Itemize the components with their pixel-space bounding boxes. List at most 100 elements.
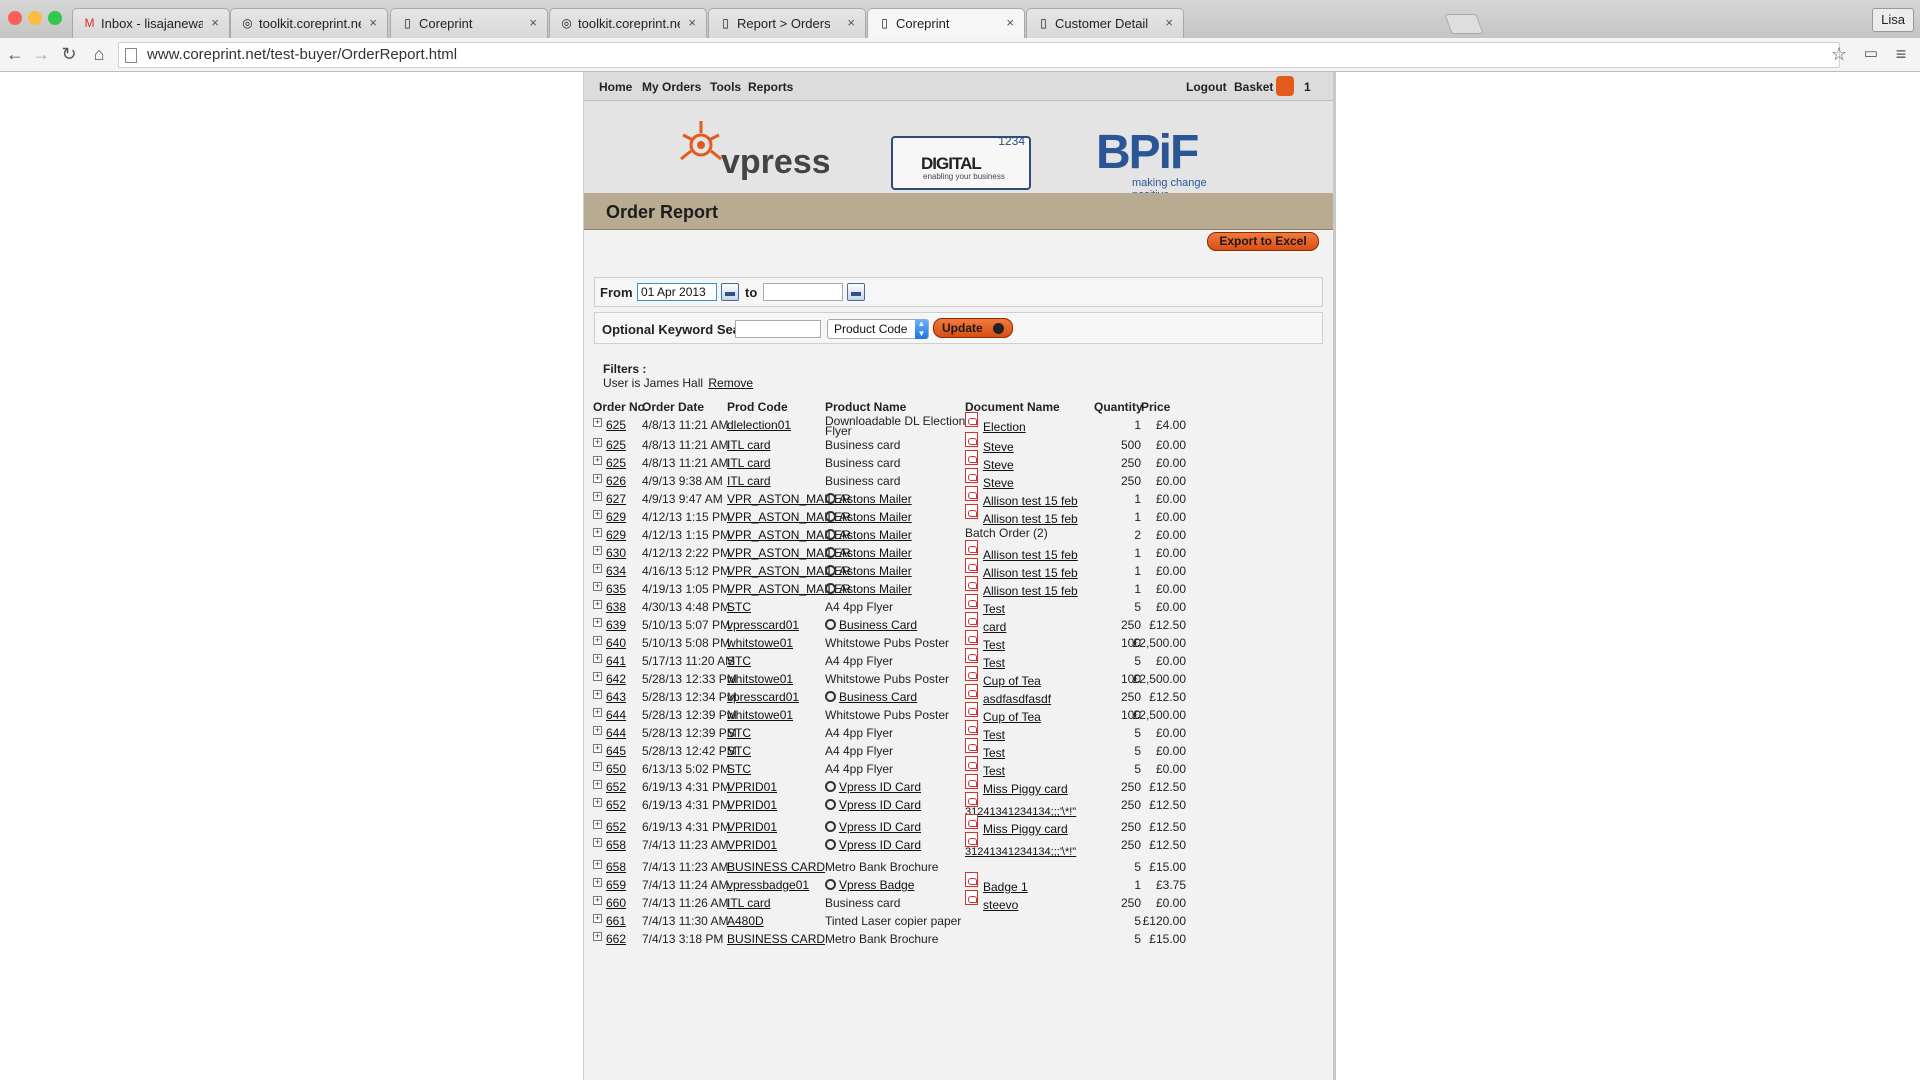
- order-number-link[interactable]: 626: [606, 474, 626, 488]
- order-number-link[interactable]: 662: [606, 932, 626, 946]
- expand-row-icon[interactable]: +: [593, 838, 602, 847]
- document-link[interactable]: Allison test 15 feb: [983, 494, 1078, 508]
- order-number-link[interactable]: 625: [606, 438, 626, 452]
- browser-tab[interactable]: ◎ toolkit.coreprint.net ×: [549, 8, 707, 38]
- prod-code-link[interactable]: vpressbadge01: [727, 878, 809, 892]
- order-number-link[interactable]: 629: [606, 510, 626, 524]
- from-calendar-icon[interactable]: [721, 283, 739, 301]
- close-tab-icon[interactable]: ×: [1006, 15, 1014, 30]
- document-link[interactable]: Steve: [983, 476, 1014, 490]
- order-number-link[interactable]: 658: [606, 838, 626, 852]
- close-tab-icon[interactable]: ×: [369, 15, 377, 30]
- prod-code-link[interactable]: ITL card: [727, 896, 771, 910]
- expand-row-icon[interactable]: +: [593, 564, 602, 573]
- expand-row-icon[interactable]: +: [593, 474, 602, 483]
- document-link[interactable]: Test: [983, 746, 1005, 760]
- nav-basket[interactable]: Basket: [1234, 80, 1273, 94]
- expand-row-icon[interactable]: +: [593, 726, 602, 735]
- prod-code-link[interactable]: whitstowe01: [727, 708, 793, 722]
- document-link[interactable]: Allison test 15 feb: [983, 566, 1078, 580]
- prod-code-link[interactable]: VPRID01: [727, 780, 777, 794]
- nav-home[interactable]: Home: [599, 80, 632, 94]
- document-link[interactable]: steevo: [983, 898, 1018, 912]
- nav-reports[interactable]: Reports: [748, 80, 793, 94]
- prod-code-link[interactable]: STC: [727, 726, 751, 740]
- address-bar[interactable]: www.coreprint.net/test-buyer/OrderReport…: [118, 42, 1840, 68]
- expand-row-icon[interactable]: +: [593, 546, 602, 555]
- close-tab-icon[interactable]: ×: [211, 15, 219, 30]
- order-number-link[interactable]: 642: [606, 672, 626, 686]
- order-number-link[interactable]: 634: [606, 564, 626, 578]
- update-button[interactable]: Update: [933, 318, 1013, 338]
- order-number-link[interactable]: 635: [606, 582, 626, 596]
- prod-code-link[interactable]: dlelection01: [727, 418, 791, 432]
- order-number-link[interactable]: 630: [606, 546, 626, 560]
- order-number-link[interactable]: 627: [606, 492, 626, 506]
- prod-code-link[interactable]: STC: [727, 600, 751, 614]
- order-number-link[interactable]: 625: [606, 418, 626, 432]
- document-link[interactable]: Test: [983, 656, 1005, 670]
- expand-row-icon[interactable]: +: [593, 636, 602, 645]
- close-window-button[interactable]: [8, 11, 22, 25]
- product-name-link[interactable]: Vpress ID Card: [839, 820, 921, 834]
- prod-code-link[interactable]: whitstowe01: [727, 672, 793, 686]
- expand-row-icon[interactable]: +: [593, 672, 602, 681]
- from-date-input[interactable]: 01 Apr 2013: [637, 283, 717, 301]
- document-link[interactable]: Allison test 15 feb: [983, 584, 1078, 598]
- expand-row-icon[interactable]: +: [593, 762, 602, 771]
- profile-button[interactable]: Lisa: [1872, 8, 1914, 32]
- document-link[interactable]: Badge 1: [983, 880, 1028, 894]
- product-name-link[interactable]: Astons Mailer: [839, 510, 912, 524]
- minimize-window-button[interactable]: [28, 11, 42, 25]
- order-number-link[interactable]: 639: [606, 618, 626, 632]
- document-link[interactable]: Test: [983, 728, 1005, 742]
- order-number-link[interactable]: 645: [606, 744, 626, 758]
- expand-row-icon[interactable]: +: [593, 690, 602, 699]
- document-link[interactable]: Cup of Tea: [983, 710, 1041, 724]
- close-tab-icon[interactable]: ×: [1165, 15, 1173, 30]
- expand-row-icon[interactable]: +: [593, 860, 602, 869]
- product-name-link[interactable]: Astons Mailer: [839, 564, 912, 578]
- forward-arrow-icon[interactable]: →: [30, 43, 52, 65]
- prod-code-link[interactable]: vpresscard01: [727, 618, 799, 632]
- product-name-link[interactable]: Vpress Badge: [839, 878, 914, 892]
- expand-row-icon[interactable]: +: [593, 600, 602, 609]
- document-link[interactable]: card: [983, 620, 1006, 634]
- browser-tab[interactable]: ▯ Coreprint ×: [390, 8, 548, 38]
- prod-code-link[interactable]: BUSINESS CARD: [727, 860, 825, 874]
- prod-code-link[interactable]: ITL card: [727, 438, 771, 452]
- order-number-link[interactable]: 643: [606, 690, 626, 704]
- expand-row-icon[interactable]: +: [593, 438, 602, 447]
- browser-tab[interactable]: ▯ Coreprint ×: [867, 8, 1025, 38]
- order-number-link[interactable]: 640: [606, 636, 626, 650]
- prod-code-link[interactable]: VPRID01: [727, 820, 777, 834]
- document-link[interactable]: Allison test 15 feb: [983, 548, 1078, 562]
- document-link[interactable]: Test: [983, 764, 1005, 778]
- order-number-link[interactable]: 658: [606, 860, 626, 874]
- close-tab-icon[interactable]: ×: [529, 15, 537, 30]
- document-link[interactable]: Miss Piggy card: [983, 822, 1068, 836]
- prod-code-link[interactable]: VPRID01: [727, 798, 777, 812]
- menu-icon[interactable]: ≡: [1890, 43, 1912, 65]
- nav-tools[interactable]: Tools: [710, 80, 741, 94]
- order-number-link[interactable]: 641: [606, 654, 626, 668]
- prod-code-link[interactable]: vpresscard01: [727, 690, 799, 704]
- product-name-link[interactable]: Business Card: [839, 690, 917, 704]
- order-number-link[interactable]: 659: [606, 878, 626, 892]
- expand-row-icon[interactable]: +: [593, 932, 602, 941]
- expand-row-icon[interactable]: +: [593, 708, 602, 717]
- order-number-link[interactable]: 660: [606, 896, 626, 910]
- keyword-search-input[interactable]: [735, 320, 821, 338]
- expand-row-icon[interactable]: +: [593, 582, 602, 591]
- to-calendar-icon[interactable]: [847, 283, 865, 301]
- export-to-excel-button[interactable]: Export to Excel: [1207, 232, 1319, 251]
- new-tab-button[interactable]: [1444, 14, 1484, 34]
- document-link[interactable]: Steve: [983, 458, 1014, 472]
- basket-icon[interactable]: [1276, 76, 1294, 96]
- document-link[interactable]: 31241341234134;;;'\*!": [965, 846, 1076, 858]
- expand-row-icon[interactable]: +: [593, 510, 602, 519]
- document-link[interactable]: 31241341234134;;;'\*!": [965, 806, 1076, 818]
- order-number-link[interactable]: 652: [606, 798, 626, 812]
- browser-tab[interactable]: M Inbox - lisajanewarren@gm ×: [72, 8, 230, 38]
- order-number-link[interactable]: 652: [606, 820, 626, 834]
